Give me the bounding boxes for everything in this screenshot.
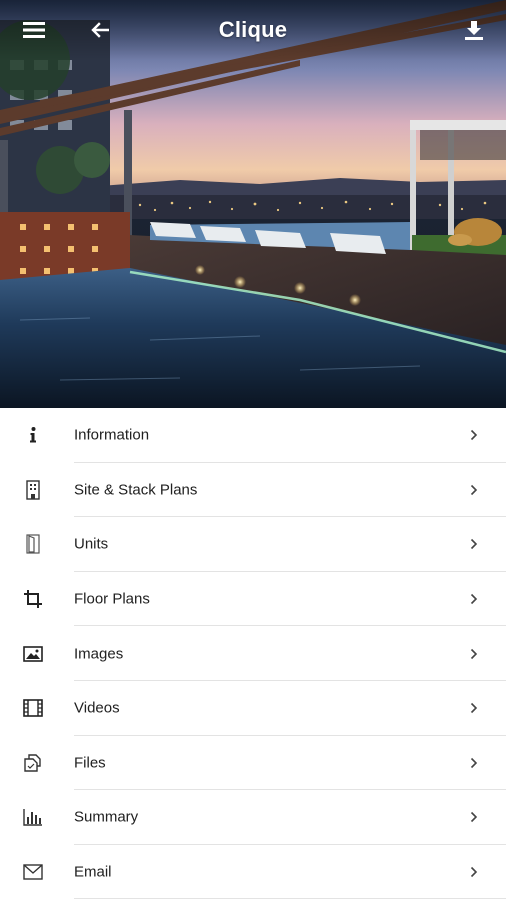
- bar-chart-icon: [22, 806, 44, 828]
- chevron-right-icon: [468, 810, 480, 824]
- menu-item-label: Files: [74, 754, 106, 772]
- hamburger-menu-icon: [23, 22, 45, 38]
- back-button[interactable]: [80, 10, 120, 50]
- chevron-right-icon: [468, 483, 480, 497]
- menu-item-floor-plans[interactable]: Floor Plans: [0, 572, 506, 627]
- hero-image: [0, 0, 506, 408]
- menu-item-images[interactable]: Images: [0, 626, 506, 681]
- menu-item-label: Units: [74, 535, 109, 553]
- door-icon: [22, 533, 44, 555]
- arrow-back-icon: [91, 22, 109, 38]
- chevron-right-icon: [468, 647, 480, 661]
- menu-item-site-stack-plans[interactable]: Site & Stack Plans: [0, 463, 506, 518]
- download-icon: [465, 21, 483, 40]
- project-menu-list: Information Site & Stack Plans Units Flo…: [0, 408, 506, 900]
- page-title: Clique: [218, 17, 288, 42]
- menu-item-label: Videos: [74, 699, 120, 717]
- menu-item-units[interactable]: Units: [0, 517, 506, 572]
- menu-button[interactable]: [14, 10, 54, 50]
- crop-icon: [22, 588, 44, 610]
- chevron-right-icon: [468, 756, 480, 770]
- menu-item-label: Information: [74, 426, 150, 444]
- menu-item-information[interactable]: Information: [0, 408, 506, 463]
- film-icon: [22, 697, 44, 719]
- image-icon: [22, 643, 44, 665]
- menu-item-label: Images: [74, 645, 124, 663]
- menu-item-label: Floor Plans: [74, 590, 150, 608]
- mail-icon: [22, 861, 44, 883]
- menu-item-email[interactable]: Email: [0, 845, 506, 900]
- download-button[interactable]: [454, 10, 494, 50]
- files-icon: [22, 752, 44, 774]
- menu-item-summary[interactable]: Summary: [0, 790, 506, 845]
- building-icon: [22, 479, 44, 501]
- top-app-bar: Clique: [0, 0, 506, 60]
- chevron-right-icon: [468, 428, 480, 442]
- menu-item-videos[interactable]: Videos: [0, 681, 506, 736]
- chevron-right-icon: [468, 865, 480, 879]
- hero-scene: [0, 0, 506, 408]
- menu-item-label: Email: [74, 863, 112, 881]
- menu-item-label: Summary: [74, 808, 139, 826]
- divider: [74, 898, 506, 900]
- info-icon: [22, 424, 44, 446]
- chevron-right-icon: [468, 592, 480, 606]
- chevron-right-icon: [468, 701, 480, 715]
- menu-item-files[interactable]: Files: [0, 736, 506, 791]
- menu-item-label: Site & Stack Plans: [74, 481, 198, 499]
- chevron-right-icon: [468, 537, 480, 551]
